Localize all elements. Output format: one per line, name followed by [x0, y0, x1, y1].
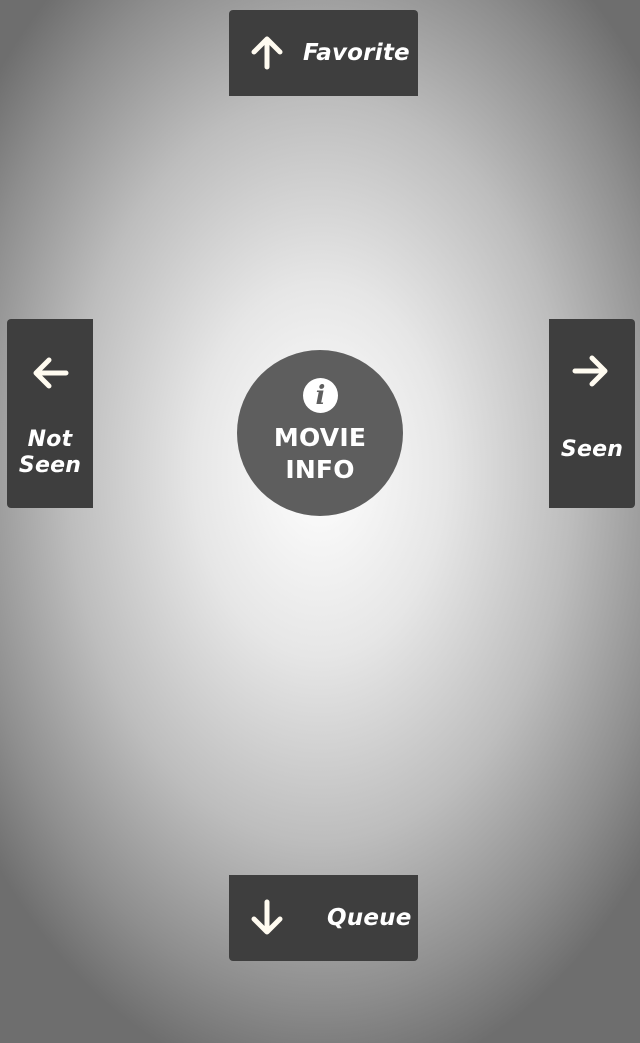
queue-button[interactable]: Queue — [229, 875, 418, 961]
not-seen-button[interactable]: Not Seen — [7, 319, 93, 508]
queue-label: Queue — [327, 905, 412, 931]
favorite-label: Favorite — [303, 40, 410, 66]
seen-button[interactable]: Seen — [549, 319, 635, 508]
not-seen-label: Not Seen — [18, 427, 82, 478]
favorite-button[interactable]: Favorite — [229, 10, 418, 96]
info-icon: i — [303, 378, 338, 413]
arrow-right-icon — [572, 355, 608, 387]
arrow-left-icon — [33, 357, 69, 389]
arrow-up-icon — [251, 36, 283, 70]
movie-info-label: MOVIE INFO — [273, 423, 367, 484]
movie-info-button[interactable]: i MOVIE INFO — [237, 350, 403, 516]
seen-label: Seen — [560, 437, 624, 462]
arrow-down-icon — [251, 899, 283, 935]
